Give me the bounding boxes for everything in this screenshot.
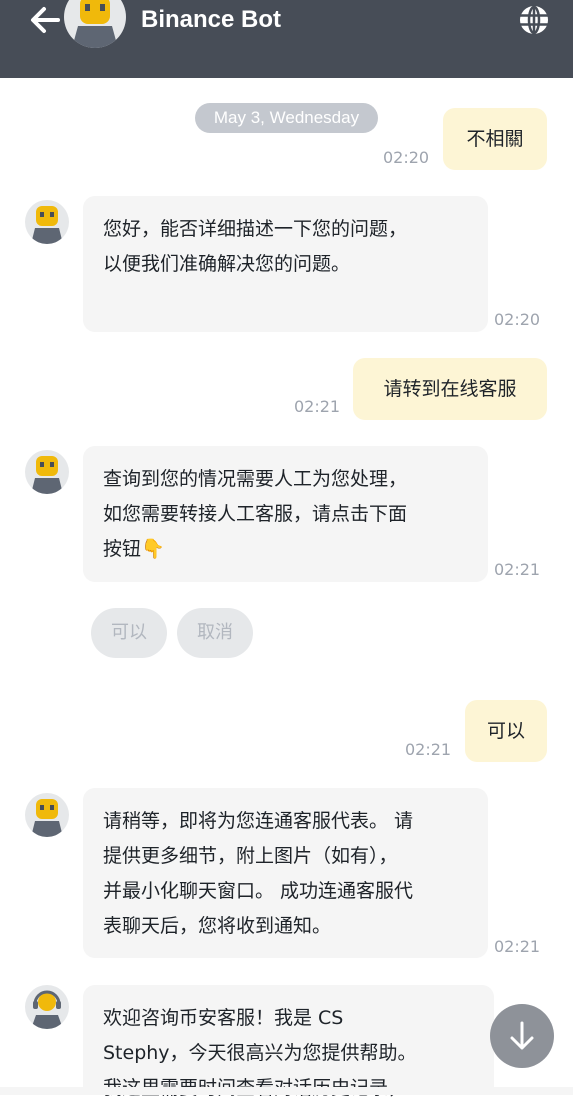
message-time: 02:21: [294, 397, 341, 416]
robot-icon: [31, 206, 63, 244]
message-line: 表聊天后，您将收到通知。: [103, 915, 332, 937]
message-time: 02:20: [494, 310, 541, 329]
bot-message: 查询到您的情况需要人工为您处理， 如您需要转接人工客服，请点击下面 按钮👇: [83, 446, 488, 582]
agent-avatar: [25, 985, 69, 1029]
user-message: 可以: [465, 700, 547, 762]
bot-message: 您好，能否详细描述一下您的问题， 以便我们准确解决您的问题。: [83, 196, 488, 332]
user-message: 请转到在线客服: [353, 358, 547, 420]
bot-message: 请稍等，即将为您连通客服代表。 请 提供更多细节，附上图片（如有）， 并最小化聊…: [83, 788, 488, 958]
scroll-to-bottom-button[interactable]: [490, 1004, 554, 1068]
message-line: Stephy，今天很高兴为您提供帮助。: [103, 1042, 417, 1064]
message-text: 请转到在线客服: [383, 378, 517, 400]
bot-avatar: [25, 793, 69, 837]
message-line: 并最小化聊天窗口。 成功连通客服代: [103, 880, 414, 902]
message-line: 如您需要转接人工客服，请点击下面: [103, 503, 408, 525]
chat-header: Binance Bot: [0, 0, 573, 78]
back-button[interactable]: [28, 4, 62, 36]
robot-icon: [72, 0, 118, 48]
date-separator: May 3, Wednesday: [195, 103, 378, 133]
bot-avatar: [25, 200, 69, 244]
message-line: 提供更多细节，附上图片（如有），: [103, 845, 398, 867]
arrow-left-icon: [31, 7, 60, 33]
message-text: 不相關: [466, 128, 524, 150]
message-line: 以便我们准确解决您的问题。: [103, 253, 351, 275]
chat-title: Binance Bot: [141, 6, 282, 33]
robot-icon: [31, 799, 63, 837]
message-line: 欢迎咨询币安客服！我是 CS: [103, 1007, 344, 1029]
quick-reply-cancel-button[interactable]: 取消: [177, 608, 253, 658]
message-time: 02:20: [383, 148, 430, 167]
robot-icon: [31, 456, 63, 494]
message-line: 您好，能否详细描述一下您的问题，: [103, 218, 408, 240]
agent-message: 欢迎咨询币安客服！我是 CS Stephy，今天很高兴为您提供帮助。 我这里需要…: [83, 985, 494, 1099]
message-time: 02:21: [494, 937, 541, 956]
message-time: 02:21: [405, 740, 452, 759]
arrow-down-icon: [510, 1021, 534, 1050]
message-line: 按钮👇: [103, 538, 165, 560]
bottom-edge: [0, 1087, 573, 1095]
language-button[interactable]: [518, 4, 550, 36]
globe-icon: [520, 5, 548, 35]
support-agent-icon: [31, 990, 63, 1029]
bot-avatar: [25, 450, 69, 494]
message-line: 请稍等，即将为您连通客服代表。 请: [103, 810, 414, 832]
message-text: 可以: [486, 720, 525, 742]
quick-reply-yes-button[interactable]: 可以: [91, 608, 167, 658]
message-time: 02:21: [494, 560, 541, 579]
user-message: 不相關: [443, 108, 547, 170]
bot-avatar: [64, 0, 126, 48]
message-line: 查询到您的情况需要人工为您处理，: [103, 468, 408, 490]
